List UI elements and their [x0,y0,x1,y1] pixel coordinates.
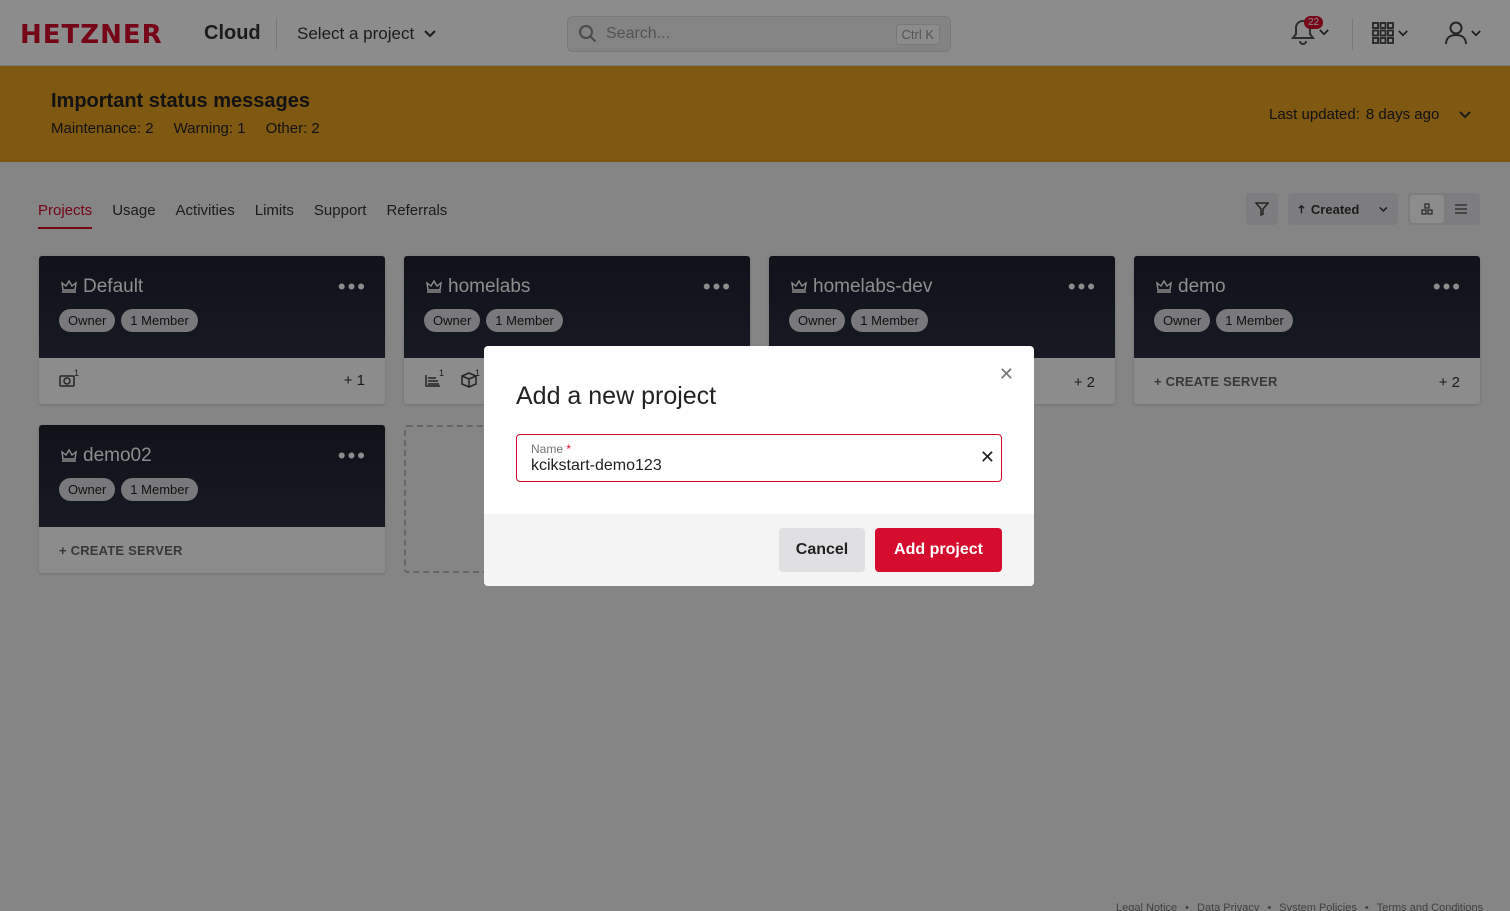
add-project-dialog: ✕ Add a new project Name * kcikstart-dem… [484,346,1034,586]
project-name-input[interactable]: kcikstart-demo123 [531,457,662,475]
dialog-title: Add a new project [516,382,717,410]
close-icon[interactable]: ✕ [999,364,1014,385]
cancel-button[interactable]: Cancel [779,528,865,572]
clear-input-icon[interactable]: ✕ [980,447,995,468]
project-name-field[interactable]: Name * kcikstart-demo123 ✕ [516,434,1002,482]
dialog-footer: Cancel Add project [484,514,1034,586]
required-mark: * [566,442,572,456]
field-label: Name * [531,442,572,456]
add-project-button[interactable]: Add project [875,528,1002,572]
